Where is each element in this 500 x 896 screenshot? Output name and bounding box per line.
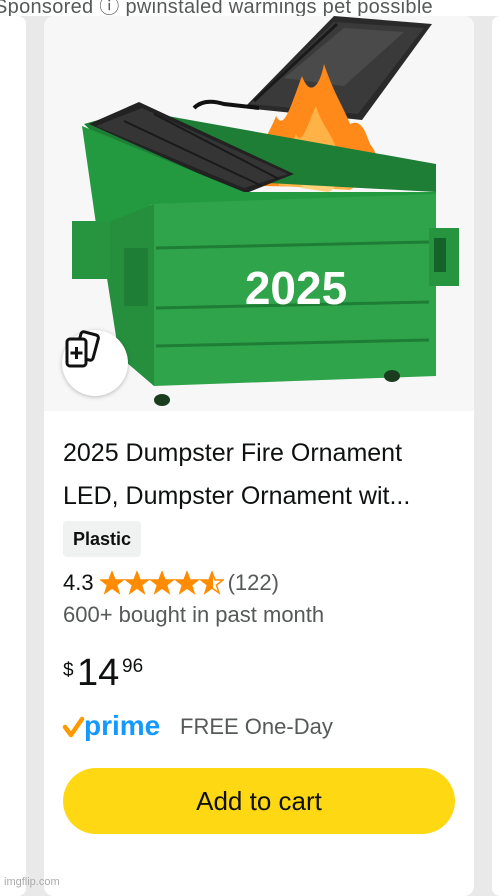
product-image[interactable]: 2025	[44, 16, 474, 411]
next-card-edge[interactable]	[492, 16, 500, 896]
sponsored-strip: Sponsored ⓘ pwinstaled warmings pet poss…	[0, 0, 500, 16]
delivery-text: FREE One-Day	[180, 714, 333, 739]
material-badge: Plastic	[63, 521, 142, 557]
watermark: imgflip.com	[4, 876, 60, 888]
price-fraction: 96	[122, 656, 144, 677]
flip-cards-plus-button[interactable]	[62, 330, 128, 396]
previous-card-edge[interactable]	[0, 16, 26, 896]
rating-value: 4.3	[63, 570, 94, 595]
sponsored-cut-text: Sponsored ⓘ pwinstaled warmings pet poss…	[0, 0, 433, 16]
price-symbol: $	[63, 660, 74, 681]
product-title[interactable]: 2025 Dumpster Fire Ornament LED, Dumpste…	[63, 432, 463, 518]
dumpster-year-text: 2025	[245, 262, 347, 314]
prime-logo-icon: prime	[62, 710, 160, 741]
star-rating	[99, 571, 224, 595]
rating-count[interactable]: (122)	[228, 570, 279, 596]
stars-icon	[99, 571, 224, 595]
bought-count: 600+ bought in past month	[63, 602, 325, 627]
flip-cards-plus-icon	[65, 330, 100, 368]
prime-delivery-row: prime FREE One-Day	[62, 710, 333, 744]
prime-logo-text: prime	[84, 710, 160, 741]
add-to-cart-button[interactable]: Add to cart	[63, 768, 455, 834]
rating-row[interactable]: 4.3 (122)	[63, 568, 279, 598]
price-whole: 14	[77, 652, 120, 694]
product-card[interactable]: 2025 2025 Dumpster Fire Ornament LED, Du…	[44, 16, 474, 896]
